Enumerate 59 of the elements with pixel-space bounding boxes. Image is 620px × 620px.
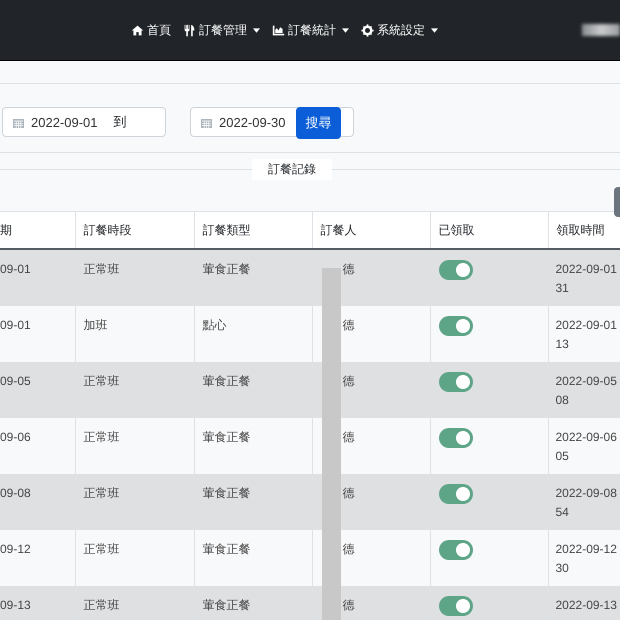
table-cell: 正常班 <box>75 530 194 586</box>
table-cell: 09-05 <box>0 362 75 418</box>
table-cell: 09-12 <box>0 530 75 586</box>
table-cell: 正常班 <box>75 474 194 530</box>
table-cell: 葷食正餐 <box>194 474 312 530</box>
search-button[interactable]: 搜尋 <box>296 107 341 139</box>
table-cell: 2022-09-05 08 <box>548 362 620 418</box>
table-cell: 2022-09-08 54 <box>548 474 620 530</box>
table-cell: 葷食正餐 <box>194 362 312 418</box>
nav-link[interactable]: 系統設定 <box>361 22 438 38</box>
table-cell: 正常班 <box>75 586 194 620</box>
table-cell: 2022-09-01 31 <box>548 249 620 306</box>
toggle-switch[interactable] <box>438 316 472 336</box>
table-cell: 正常班 <box>75 418 194 474</box>
table-cell: 2022-09-06 05 <box>548 418 620 474</box>
blurred-user-name <box>582 24 620 36</box>
section-title: 訂餐記錄 <box>252 159 332 180</box>
table-cell: 2022-09-13 <box>548 586 620 620</box>
column-header[interactable]: 已領取 <box>430 212 548 249</box>
end-date: 2022-09-30 <box>219 114 286 130</box>
nav-link[interactable]: 首頁 <box>131 22 171 38</box>
home-icon <box>131 24 144 36</box>
toggle-switch[interactable] <box>438 372 472 392</box>
table-cell: 09-08 <box>0 474 75 530</box>
utensils-icon <box>183 24 196 36</box>
table-cell: 2022-09-01 13 <box>548 306 620 362</box>
table-cell: 正常班 <box>75 362 194 418</box>
nav-link[interactable]: 訂餐統計 <box>272 22 349 38</box>
column-header[interactable]: 訂餐時段 <box>75 212 194 249</box>
nav-link[interactable]: 訂餐管理 <box>183 22 260 38</box>
table-cell: 09-06 <box>0 418 75 474</box>
column-header[interactable]: 領取時間 <box>548 212 620 249</box>
table-cell: 正常班 <box>75 249 194 306</box>
table-cell: 葷食正餐 <box>194 249 312 306</box>
table-cell: 葷食正餐 <box>194 530 312 586</box>
end-date-field[interactable]: 2022-09-30 搜尋 <box>190 107 354 137</box>
table-cell: 09-13 <box>0 586 75 620</box>
table-cell: 09-01 <box>0 249 75 306</box>
toggle-switch[interactable] <box>438 540 472 560</box>
settings-icon <box>361 24 374 36</box>
column-header[interactable]: 訂餐類型 <box>194 212 312 249</box>
table-cell: 加班 <box>75 306 194 362</box>
chart-icon <box>272 24 285 36</box>
range-separator: 到 <box>114 113 126 131</box>
table-cell: 點心 <box>194 306 312 362</box>
toggle-switch[interactable] <box>438 428 472 448</box>
table-cell: 2022-09-12 30 <box>548 530 620 586</box>
table-cell: 葷食正餐 <box>194 586 312 620</box>
table-cell: 葷食正餐 <box>194 418 312 474</box>
table-cell: 09-01 <box>0 306 75 362</box>
toggle-switch[interactable] <box>438 596 472 616</box>
column-header[interactable]: 訂餐人 <box>312 212 430 249</box>
calendar-icon <box>13 116 24 128</box>
start-date-field[interactable]: 2022-09-01 到 <box>2 107 166 137</box>
calendar-icon <box>201 116 212 128</box>
toggle-switch[interactable] <box>438 484 472 504</box>
column-header[interactable]: 期 <box>0 212 75 249</box>
start-date: 2022-09-01 <box>31 114 98 130</box>
toggle-switch[interactable] <box>438 260 472 280</box>
